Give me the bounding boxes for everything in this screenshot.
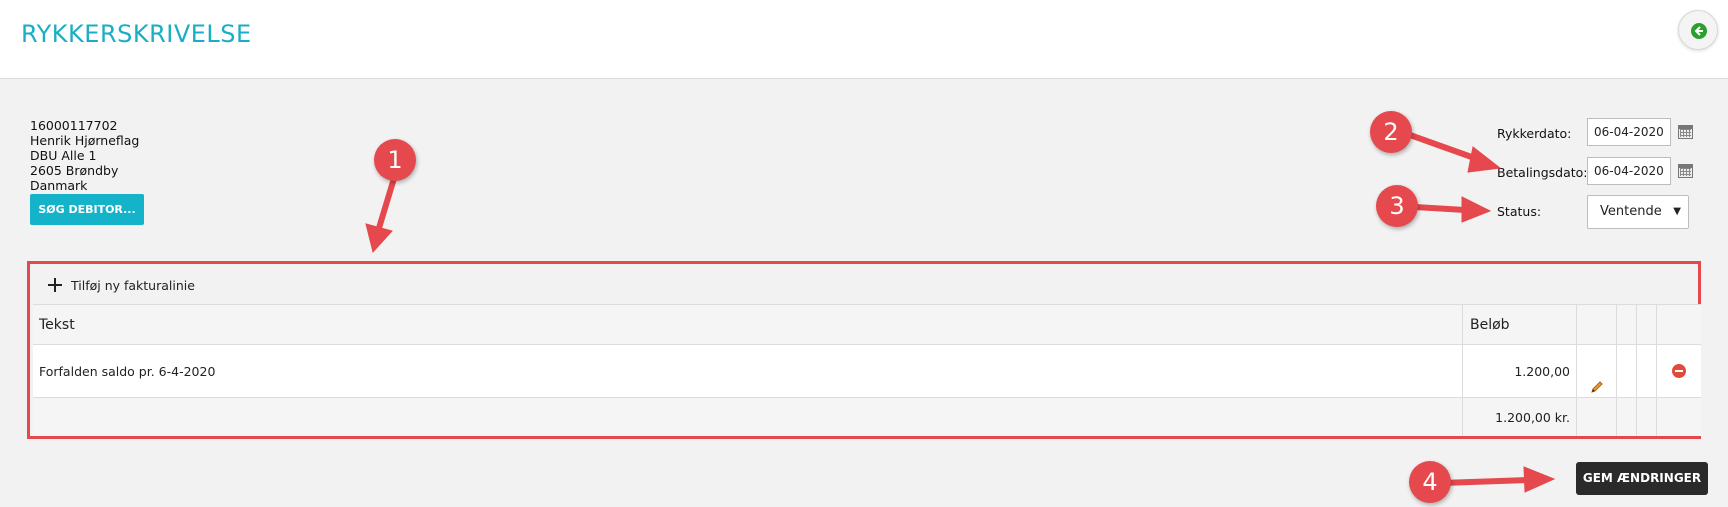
annotation-marker-4: 4 [1409, 461, 1451, 503]
annotation-marker-2: 2 [1370, 111, 1412, 153]
annotation-arrows [365, 132, 1556, 493]
annotation-marker-3: 3 [1376, 185, 1418, 227]
annotation-marker-1: 1 [374, 139, 416, 181]
